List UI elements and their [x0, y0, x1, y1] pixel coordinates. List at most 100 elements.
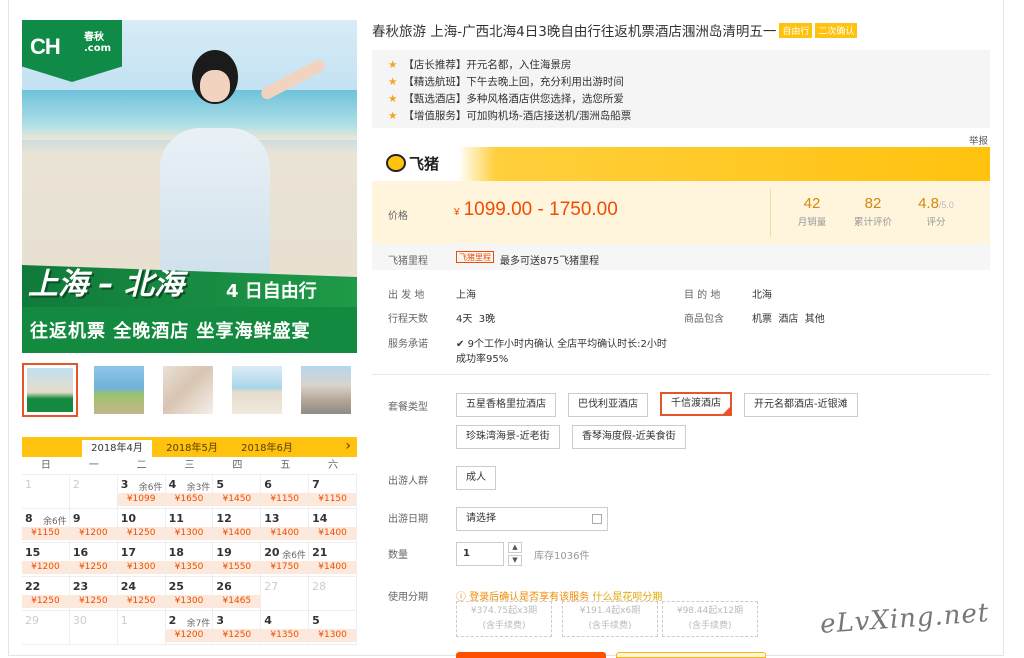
miles-badge: 飞猪里程 — [456, 251, 494, 263]
day-price: ¥1300 — [165, 527, 213, 540]
day-number: 17 — [120, 546, 137, 559]
calendar-day[interactable]: 9 ¥1200 — [69, 509, 118, 543]
price-box: 价格 ¥1099.00 - 1750.00 42 月销量 82 累计评价 4.8/5… — [372, 181, 990, 244]
calendar-day[interactable]: 12 ¥1400 — [213, 509, 262, 543]
calendar-day[interactable]: 11 ¥1300 — [165, 509, 214, 543]
tab-month-may[interactable]: 2018年5月 — [157, 440, 227, 457]
calendar-day[interactable]: 5 ¥1450 — [213, 475, 262, 509]
calendar-day[interactable]: 8 余6件 ¥1150 — [22, 509, 70, 543]
tab-month-apr[interactable]: 2018年4月 — [82, 440, 152, 457]
day-number: 22 — [25, 580, 41, 593]
install-option[interactable]: ¥374.75起x3期 (含手续费) — [456, 601, 552, 637]
date-select[interactable]: 请选择 — [456, 507, 608, 531]
promise-label: 服务承诺 — [388, 339, 428, 350]
package-option[interactable]: 五星香格里拉酒店 — [456, 393, 556, 417]
thumbnail-4[interactable] — [229, 363, 285, 417]
stat-reviews[interactable]: 82 累计评价 — [843, 195, 903, 228]
calendar-day[interactable]: 19 ¥1550 — [213, 543, 262, 577]
buy-now-button[interactable] — [456, 652, 606, 658]
calendar-day[interactable]: 13 ¥1400 — [261, 509, 310, 543]
weekday-label: 日 — [40, 460, 51, 471]
thumbnail-5[interactable] — [298, 363, 354, 417]
day-number: 29 — [25, 614, 39, 627]
includes-value: 机票 酒店 其他 — [752, 314, 825, 325]
fliggy-bar: 飞猪 — [372, 147, 990, 181]
crowd-option[interactable]: 成人 — [456, 466, 496, 490]
day-price: ¥1650 — [165, 493, 213, 506]
calendar-day[interactable]: 3 ¥1250 — [213, 611, 262, 645]
calendar-day[interactable]: 5 ¥1300 — [309, 611, 357, 645]
day-price: ¥1250 — [213, 629, 261, 642]
calendar-day[interactable]: 23 ¥1250 — [69, 577, 118, 611]
day-price: ¥1250 — [22, 595, 69, 608]
chevron-right-icon[interactable]: › — [345, 438, 351, 454]
stats-divider — [770, 189, 771, 237]
day-price: ¥1200 — [69, 527, 117, 540]
product-main-image[interactable]: CH 春秋 .com 上海 – 北海 4 日自由行 往返机票 全晚酒店 坐享海鲜盛… — [22, 20, 357, 353]
calendar-day[interactable]: 6 ¥1150 — [261, 475, 310, 509]
product-title: 春秋旅游 上海-广西北海4日3晚自由行往返机票酒店涠洲岛清明五一 自由行 二次确认 — [372, 20, 858, 40]
calendar-day[interactable]: 7 ¥1150 — [309, 475, 357, 509]
chevron-up-icon[interactable]: ▲ — [508, 542, 522, 553]
package-option[interactable]: 珍珠湾海景-近老街 — [456, 425, 560, 449]
calendar-day[interactable]: 25 ¥1300 — [165, 577, 214, 611]
calendar-day[interactable]: 3 余6件 ¥1099 — [117, 475, 166, 509]
star-icon: ★ — [388, 59, 398, 71]
calendar-day[interactable]: 14 ¥1400 — [309, 509, 357, 543]
day-remaining: 余7件 — [186, 619, 211, 629]
weekday-label: 一 — [88, 460, 99, 471]
day-price: ¥1250 — [69, 561, 117, 574]
package-option[interactable]: 香琴海度假-近美食街 — [572, 425, 686, 449]
day-price: ¥1465 — [213, 595, 261, 608]
install-option[interactable]: ¥98.44起x12期 (含手续费) — [662, 601, 758, 637]
thumbnail-2[interactable] — [91, 363, 147, 417]
calendar-day: 2 — [69, 475, 118, 509]
chevron-down-icon[interactable]: ▼ — [508, 555, 522, 566]
day-number: 30 — [72, 614, 87, 627]
quantity-input[interactable]: 1 — [456, 542, 504, 566]
tag-second-confirm: 二次确认 — [815, 23, 858, 38]
calendar-day[interactable]: 18 ¥1350 — [165, 543, 214, 577]
calendar-day[interactable]: 24 ¥1250 — [117, 577, 166, 611]
thumbnail-1[interactable] — [22, 363, 78, 417]
add-cart-button[interactable] — [616, 652, 766, 658]
price-value: ¥1099.00 - 1750.00 — [454, 199, 618, 220]
calendar-day[interactable]: 10 ¥1250 — [117, 509, 166, 543]
product-title-text: 春秋旅游 上海-广西北海4日3晚自由行往返机票酒店涠洲岛清明五一 — [372, 24, 777, 40]
calendar-day[interactable]: 4 余3件 ¥1650 — [165, 475, 214, 509]
package-option[interactable]: 开元名都酒店-近银滩 — [744, 393, 858, 417]
day-number: 5 — [312, 614, 320, 627]
package-option-selected[interactable]: 千信渡酒店 — [660, 392, 732, 416]
calendar-day[interactable]: 26 ¥1465 — [213, 577, 262, 611]
report-link[interactable]: 举报 — [969, 133, 988, 147]
check-circle-icon: ✔ — [456, 339, 465, 350]
days-value: 4天 3晚 — [456, 314, 496, 325]
calendar-day[interactable]: 16 ¥1250 — [69, 543, 118, 577]
day-remaining: 余6件 — [282, 551, 307, 561]
weekday-label: 四 — [232, 460, 243, 471]
calendar-day[interactable]: 20 余6件 ¥1750 — [261, 543, 310, 577]
calendar-day[interactable]: 15 ¥1200 — [22, 543, 70, 577]
day-price: ¥1350 — [165, 561, 213, 574]
calendar-day[interactable]: 22 ¥1250 — [22, 577, 70, 611]
calendar-day[interactable]: 21 ¥1400 — [309, 543, 357, 577]
day-number: 6 — [264, 478, 272, 491]
banner-route: 上海 – 北海 4 日自由行 — [22, 265, 357, 307]
days-label: 行程天数 — [388, 314, 428, 325]
calendar-day: 27 — [261, 577, 310, 611]
day-number: 7 — [312, 478, 320, 491]
day-remaining: 余3件 — [186, 483, 211, 493]
weekday-label: 六 — [328, 460, 339, 471]
weekday-label: 二 — [136, 460, 147, 471]
day-number: 1 — [120, 614, 128, 627]
day-number: 1 — [25, 478, 32, 491]
banner-offer: 往返机票 全晚酒店 坐享海鲜盛宴 — [22, 307, 357, 353]
calendar-day[interactable]: 4 ¥1350 — [261, 611, 310, 645]
package-option[interactable]: 巴伐利亚酒店 — [568, 393, 648, 417]
install-option[interactable]: ¥191.4起x6期 (含手续费) — [562, 601, 658, 637]
calendar-day[interactable]: 2 余7件 ¥1200 — [165, 611, 214, 645]
calendar-day[interactable]: 17 ¥1300 — [117, 543, 166, 577]
day-number: 2 — [168, 614, 177, 627]
tab-month-jun[interactable]: 2018年6月 — [232, 440, 302, 457]
thumbnail-3[interactable] — [160, 363, 216, 417]
